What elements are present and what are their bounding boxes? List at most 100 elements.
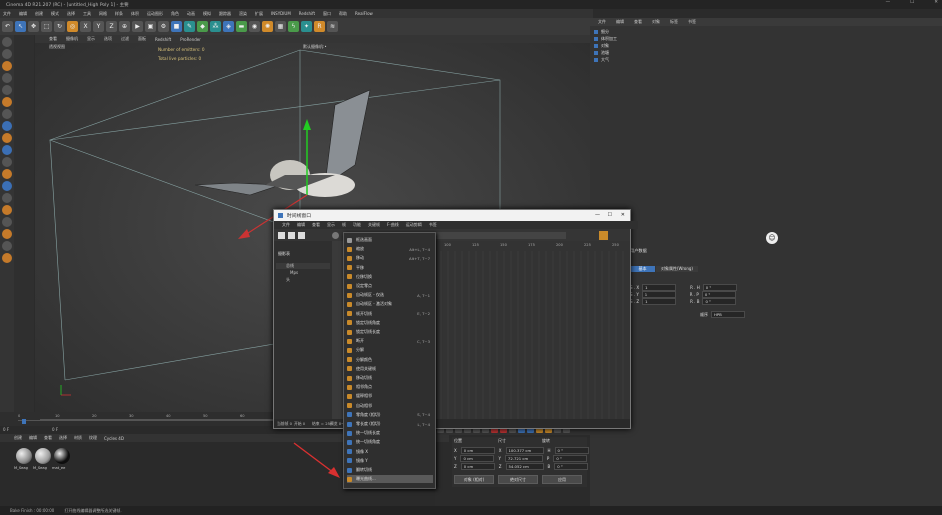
start-frame-field[interactable]: 0 F xyxy=(3,427,9,432)
xparticles-icon[interactable]: ✦ xyxy=(301,21,312,32)
tree-item-mps[interactable]: Mps xyxy=(276,270,330,276)
viewport-menu-item[interactable]: 显示 xyxy=(87,36,95,42)
context-menu-item[interactable]: 曝光曲线... xyxy=(347,475,433,484)
object-row[interactable]: 细分 xyxy=(594,29,704,35)
playhead[interactable] xyxy=(22,419,26,424)
material-swatch[interactable] xyxy=(54,448,70,464)
object-row[interactable]: 体积加工 xyxy=(594,36,704,42)
sculpt-icon[interactable] xyxy=(2,169,12,179)
brush-icon[interactable] xyxy=(2,193,12,203)
bevel-icon[interactable] xyxy=(2,217,12,227)
render-icon[interactable]: ▣ xyxy=(145,21,156,32)
context-menu-item[interactable]: 移动切线 xyxy=(347,374,433,382)
dialog-minimize-button[interactable]: — xyxy=(595,212,600,218)
dialog-menu-item[interactable]: 功能 xyxy=(353,222,361,228)
context-menu-item[interactable]: 帧开切线 E, T~2 xyxy=(347,310,433,318)
array-icon[interactable]: ⁂ xyxy=(210,21,221,32)
menu-item[interactable]: 创建 xyxy=(35,11,43,17)
object-menu-item[interactable]: 编辑 xyxy=(616,19,624,25)
dialog-menu-item[interactable]: 帧 xyxy=(342,222,346,228)
context-menu-item[interactable]: 断开 C, T~3 xyxy=(347,337,433,345)
dialog-menu-item[interactable]: 查看 xyxy=(312,222,320,228)
z-axis-icon[interactable]: Z xyxy=(106,21,117,32)
attr-rot-field[interactable]: 0 ° xyxy=(701,291,736,298)
motion-mode-icon[interactable] xyxy=(298,232,305,239)
coord-size-mode-select[interactable]: 绝对尺寸 xyxy=(498,475,538,484)
dialog-menu-item[interactable]: 书签 xyxy=(429,222,437,228)
subdivision-icon[interactable]: ◆ xyxy=(197,21,208,32)
material-menu-item[interactable]: 选择 xyxy=(59,435,67,441)
weight-icon[interactable] xyxy=(2,205,12,215)
dialog-ruler[interactable]: 100 125 150 175 200 225 250 xyxy=(434,243,630,249)
menu-item[interactable]: 窗口 xyxy=(323,11,331,17)
pen-icon[interactable]: ✎ xyxy=(184,21,195,32)
context-menu-item[interactable]: 统一切线角度 xyxy=(347,438,433,446)
minimize-button[interactable]: — xyxy=(886,0,891,5)
tab-object-props[interactable]: 对象属性(Wrong) xyxy=(656,266,698,272)
coord-pos-field[interactable]: 0 cm xyxy=(460,447,495,454)
attr-rot-field[interactable]: 0 ° xyxy=(702,284,737,291)
context-menu-item[interactable]: 统一切线长度 xyxy=(347,429,433,437)
object-menu-item[interactable]: 对象 xyxy=(652,19,660,25)
axis-mode-icon[interactable] xyxy=(2,109,12,119)
x-axis-icon[interactable]: X xyxy=(80,21,91,32)
dialog-menu-item[interactable]: 关键帧 xyxy=(368,222,380,228)
menu-item[interactable]: 工具 xyxy=(83,11,91,17)
apply-button[interactable]: 应用 xyxy=(542,475,582,484)
context-menu-item[interactable]: 缩放 Alt+L, T~4 xyxy=(347,245,433,253)
context-menu-item[interactable]: 相邻角点 xyxy=(347,383,433,391)
curve-tools-strip[interactable] xyxy=(436,232,566,239)
live-select-icon[interactable]: ◎ xyxy=(67,21,78,32)
grid-icon[interactable]: ▦ xyxy=(275,21,286,32)
context-menu-item[interactable]: 位移切换 xyxy=(347,273,433,281)
context-menu-item[interactable]: 翻转切线 xyxy=(347,466,433,474)
fcurve-mode-icon[interactable] xyxy=(288,232,295,239)
magnet-icon[interactable] xyxy=(2,241,12,251)
lock-icon[interactable] xyxy=(2,181,12,191)
edges-mode-icon[interactable] xyxy=(2,85,12,95)
menu-item[interactable]: 渲染 xyxy=(239,11,247,17)
dialog-menu-item[interactable]: F-曲线 xyxy=(387,222,399,228)
context-menu-item[interactable]: 分解 xyxy=(347,346,433,354)
object-menu-item[interactable]: 查看 xyxy=(634,19,642,25)
smooth-icon[interactable] xyxy=(2,253,12,263)
coord-rot-field[interactable]: 0 ° xyxy=(553,455,588,462)
cube-icon[interactable]: ■ xyxy=(171,21,182,32)
menu-item[interactable]: 动画 xyxy=(187,11,195,17)
material-swatch[interactable] xyxy=(16,448,32,464)
dialog-graph-area[interactable]: 100 125 150 175 200 225 250 xyxy=(434,241,630,419)
knife-icon[interactable] xyxy=(2,229,12,239)
context-menu-item[interactable]: 镜像 X xyxy=(347,448,433,456)
menu-item[interactable]: 选择 xyxy=(67,11,75,17)
dialog-close-button[interactable]: ✕ xyxy=(621,212,625,218)
camera-icon[interactable]: ◉ xyxy=(249,21,260,32)
coord-pos-field[interactable]: 0 cm xyxy=(460,463,495,470)
menu-item[interactable]: 网格 xyxy=(99,11,107,17)
attr-value-field[interactable]: 1 xyxy=(641,291,676,298)
quantize-icon[interactable] xyxy=(2,145,12,155)
texture-mode-icon[interactable] xyxy=(2,61,12,71)
material-menu-item[interactable]: 编辑 xyxy=(29,435,37,441)
tree-item-head[interactable]: 头 xyxy=(276,277,330,283)
coord-size-field[interactable]: 72.721 cm xyxy=(504,455,543,462)
object-menu-item[interactable]: 标签 xyxy=(670,19,678,25)
make-editable-icon[interactable] xyxy=(2,37,12,47)
coord-pos-field[interactable]: 0 cm xyxy=(460,455,495,462)
object-row[interactable]: 大气 xyxy=(594,57,704,63)
coord-mode-select[interactable]: 对象 (相对) xyxy=(454,475,494,484)
context-menu-item[interactable]: 锁定切线长度 xyxy=(347,328,433,336)
context-menu-item[interactable]: 分解颜色 xyxy=(347,356,433,364)
realflow-icon[interactable]: ≋ xyxy=(327,21,338,32)
menu-item[interactable]: 样条 xyxy=(115,11,123,17)
context-menu-item[interactable]: 设定零点 xyxy=(347,282,433,290)
context-menu-item[interactable]: 镜像 Y xyxy=(347,457,433,465)
menu-item[interactable]: 模式 xyxy=(51,11,59,17)
curve-edit-icon[interactable] xyxy=(599,231,608,240)
model-mode-icon[interactable] xyxy=(2,49,12,59)
viewport-menu-item[interactable]: ProRender xyxy=(180,37,201,42)
polygons-mode-icon[interactable] xyxy=(2,97,12,107)
material-menu-item[interactable]: 材质 xyxy=(74,435,82,441)
object-menu-item[interactable]: 书签 xyxy=(688,19,696,25)
menu-item[interactable]: INSYDIUM xyxy=(271,11,291,16)
tree-item-bus[interactable]: 总线 xyxy=(276,263,330,269)
